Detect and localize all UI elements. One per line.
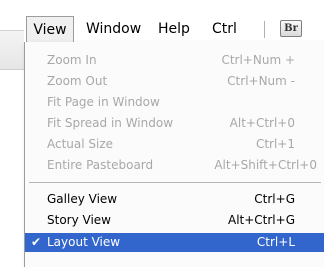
menu-item-fit-spread[interactable]: Fit Spread in Window Alt+Ctrl+0	[25, 114, 324, 133]
menu-item-label: Zoom Out	[47, 74, 108, 88]
menu-item-label: Story View	[47, 213, 111, 227]
menu-item-fit-page[interactable]: Fit Page in Window	[25, 93, 324, 112]
menu-item-label: Fit Page in Window	[47, 95, 160, 109]
menu-ctrl[interactable]: Ctrl	[212, 16, 237, 42]
menu-item-story-view[interactable]: Story View Alt+Ctrl+G	[25, 211, 324, 230]
menu-item-shortcut: Ctrl+Num -	[227, 74, 295, 88]
bridge-icon[interactable]: Br	[280, 20, 302, 37]
menu-item-label: Actual Size	[47, 137, 114, 151]
menubar-separator	[264, 21, 265, 38]
menu-divider	[29, 182, 321, 183]
menu-item-label: Entire Pasteboard	[47, 158, 154, 172]
menu-help[interactable]: Help	[158, 16, 190, 42]
menu-item-shortcut: Ctrl+1	[255, 137, 295, 151]
menu-item-shortcut: Ctrl+Num +	[221, 53, 295, 67]
menu-item-label: Zoom In	[47, 53, 97, 67]
menu-item-zoom-out[interactable]: Zoom Out Ctrl+Num -	[25, 72, 324, 91]
menu-item-shortcut: Ctrl+G	[254, 192, 295, 206]
menu-item-entire-pasteboard[interactable]: Entire Pasteboard Alt+Shift+Ctrl+0	[25, 156, 324, 175]
menu-item-zoom-in[interactable]: Zoom In Ctrl+Num +	[25, 51, 324, 70]
menu-item-layout-view[interactable]: ✔ Layout View Ctrl+L	[25, 233, 324, 252]
menu-item-actual-size[interactable]: Actual Size Ctrl+1	[25, 135, 324, 154]
menu-item-label: Layout View	[47, 235, 121, 249]
menu-window[interactable]: Window	[86, 16, 141, 42]
menu-item-label: Galley View	[47, 192, 118, 206]
menu-view[interactable]: View	[26, 16, 74, 44]
menubar: View Window Help Ctrl Br	[24, 16, 324, 44]
menu-item-galley-view[interactable]: Galley View Ctrl+G	[25, 190, 324, 209]
checkmark-icon: ✔	[31, 235, 42, 249]
menu-item-shortcut: Ctrl+L	[256, 235, 295, 249]
view-dropdown-menu: Zoom In Ctrl+Num + Zoom Out Ctrl+Num - F…	[24, 42, 324, 267]
menu-item-label: Fit Spread in Window	[47, 116, 174, 130]
menu-item-shortcut: Alt+Shift+Ctrl+0	[214, 158, 317, 172]
menu-item-shortcut: Alt+Ctrl+0	[229, 116, 295, 130]
menu-item-shortcut: Alt+Ctrl+G	[227, 213, 295, 227]
